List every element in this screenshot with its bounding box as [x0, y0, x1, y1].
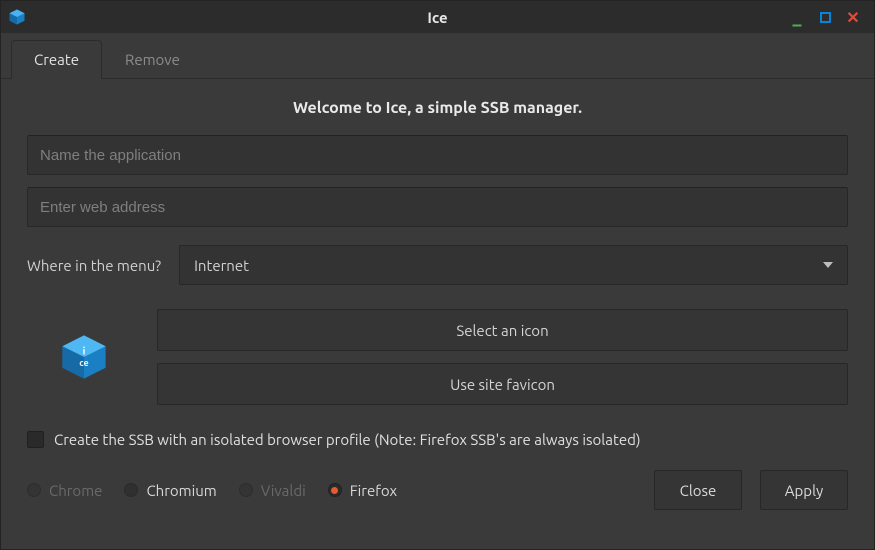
use-favicon-button[interactable]: Use site favicon	[157, 363, 848, 405]
tab-bar: Create Remove	[1, 39, 874, 79]
isolated-profile-label: Create the SSB with an isolated browser …	[54, 431, 641, 448]
menu-category-value: Internet	[194, 257, 249, 274]
ice-window: Ice _ ✕ Create Remove Welcome to Ice, a …	[0, 0, 875, 550]
icon-section: i ce Select an icon Use site favicon	[27, 309, 848, 405]
isolated-profile-checkbox[interactable]	[27, 431, 44, 448]
tab-create[interactable]: Create	[11, 40, 102, 79]
maximize-button[interactable]	[816, 8, 834, 26]
browser-radio-group: Chrome Chromium Vivaldi Firefox	[27, 482, 397, 499]
icon-buttons-column: Select an icon Use site favicon	[157, 309, 848, 405]
welcome-heading: Welcome to Ice, a simple SSB manager.	[27, 99, 848, 117]
apply-button[interactable]: Apply	[760, 470, 848, 510]
svg-text:i: i	[83, 345, 86, 356]
close-button[interactable]: Close	[654, 470, 742, 510]
ice-logo-icon: i ce	[55, 328, 113, 386]
radio-chromium[interactable]: Chromium	[124, 482, 216, 499]
radio-vivaldi-label: Vivaldi	[261, 482, 306, 499]
radio-chrome-label: Chrome	[49, 482, 102, 499]
dialog-actions: Close Apply	[654, 470, 848, 510]
radio-chromium-label: Chromium	[146, 482, 216, 499]
chevron-down-icon	[823, 262, 833, 268]
radio-dot-icon	[27, 483, 41, 497]
radio-vivaldi: Vivaldi	[239, 482, 306, 499]
radio-firefox-label: Firefox	[350, 482, 397, 499]
minimize-button[interactable]: _	[788, 8, 806, 26]
window-controls: _ ✕	[788, 8, 868, 26]
menu-category-select[interactable]: Internet	[179, 245, 848, 285]
isolated-profile-row: Create the SSB with an isolated browser …	[27, 431, 848, 448]
app-icon	[7, 7, 27, 27]
menu-category-label: Where in the menu?	[27, 257, 161, 274]
svg-text:ce: ce	[79, 358, 88, 368]
radio-chrome: Chrome	[27, 482, 102, 499]
close-window-button[interactable]: ✕	[844, 8, 862, 26]
radio-dot-icon	[239, 483, 253, 497]
tab-remove[interactable]: Remove	[102, 40, 203, 79]
select-icon-button[interactable]: Select an icon	[157, 309, 848, 351]
radio-dot-icon	[124, 483, 138, 497]
create-panel: Welcome to Ice, a simple SSB manager. Wh…	[1, 79, 874, 549]
app-name-input[interactable]	[27, 135, 848, 175]
menu-category-row: Where in the menu? Internet	[27, 245, 848, 285]
bottom-row: Chrome Chromium Vivaldi Firefox Close Ap…	[27, 470, 848, 510]
titlebar: Ice _ ✕	[1, 1, 874, 33]
window-title: Ice	[1, 9, 874, 26]
web-address-input[interactable]	[27, 187, 848, 227]
radio-dot-icon	[328, 483, 342, 497]
radio-firefox[interactable]: Firefox	[328, 482, 397, 499]
